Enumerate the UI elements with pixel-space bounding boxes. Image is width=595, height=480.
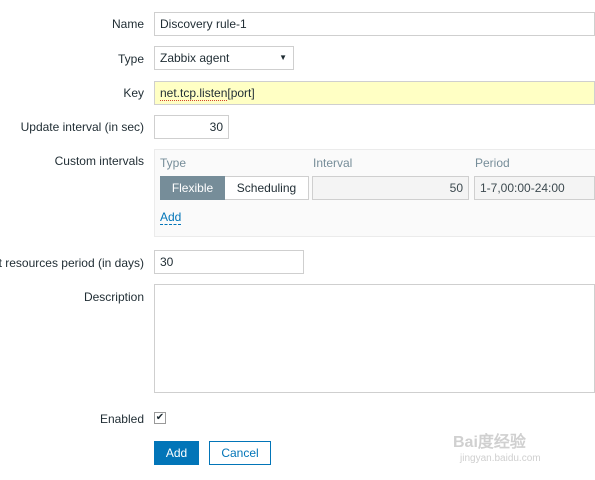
column-header-period: Period [475,156,510,170]
cancel-button[interactable]: Cancel [209,441,271,465]
checkmark-icon: ✔ [155,412,165,423]
column-header-interval: Interval [313,156,353,170]
key-value-underlined: net.tcp.listen [160,86,228,101]
type-select[interactable]: Zabbix agent ▼ [154,46,294,70]
description-label: Description [83,290,144,304]
chevron-down-icon: ▼ [279,53,287,62]
enabled-label: Enabled [99,412,144,426]
column-header-type: Type [160,156,187,170]
type-label: Type [117,52,144,66]
scheduling-toggle-button[interactable]: Scheduling [225,176,309,200]
description-textarea[interactable] [154,284,595,393]
update-interval-label: Update interval (in sec) [20,120,144,134]
lost-resources-label: t resources period (in days) [0,256,144,270]
key-input[interactable]: net.tcp.listen[port] [154,81,595,105]
custom-period-input[interactable]: 1-7,00:00-24:00 [474,176,595,200]
interval-type-toggle: Flexible Scheduling [160,176,309,200]
custom-intervals-label: Custom intervals [54,154,144,168]
key-value-rest: [port] [227,86,255,100]
watermark-url: jingyan.baidu.com [460,453,541,464]
custom-interval-input[interactable]: 50 [312,176,469,200]
add-interval-link[interactable]: Add [160,211,182,225]
name-label: Name [111,17,144,31]
flexible-toggle-button[interactable]: Flexible [160,176,225,200]
lost-resources-input[interactable]: 30 [154,250,304,274]
add-button[interactable]: Add [154,441,199,465]
type-select-value: Zabbix agent [160,51,230,65]
enabled-checkbox[interactable]: ✔ [154,412,166,424]
key-label: Key [123,86,144,100]
update-interval-input[interactable]: 30 [154,115,229,139]
watermark-logo: Bai度经验 [453,434,526,451]
name-input[interactable]: Discovery rule-1 [154,12,595,36]
